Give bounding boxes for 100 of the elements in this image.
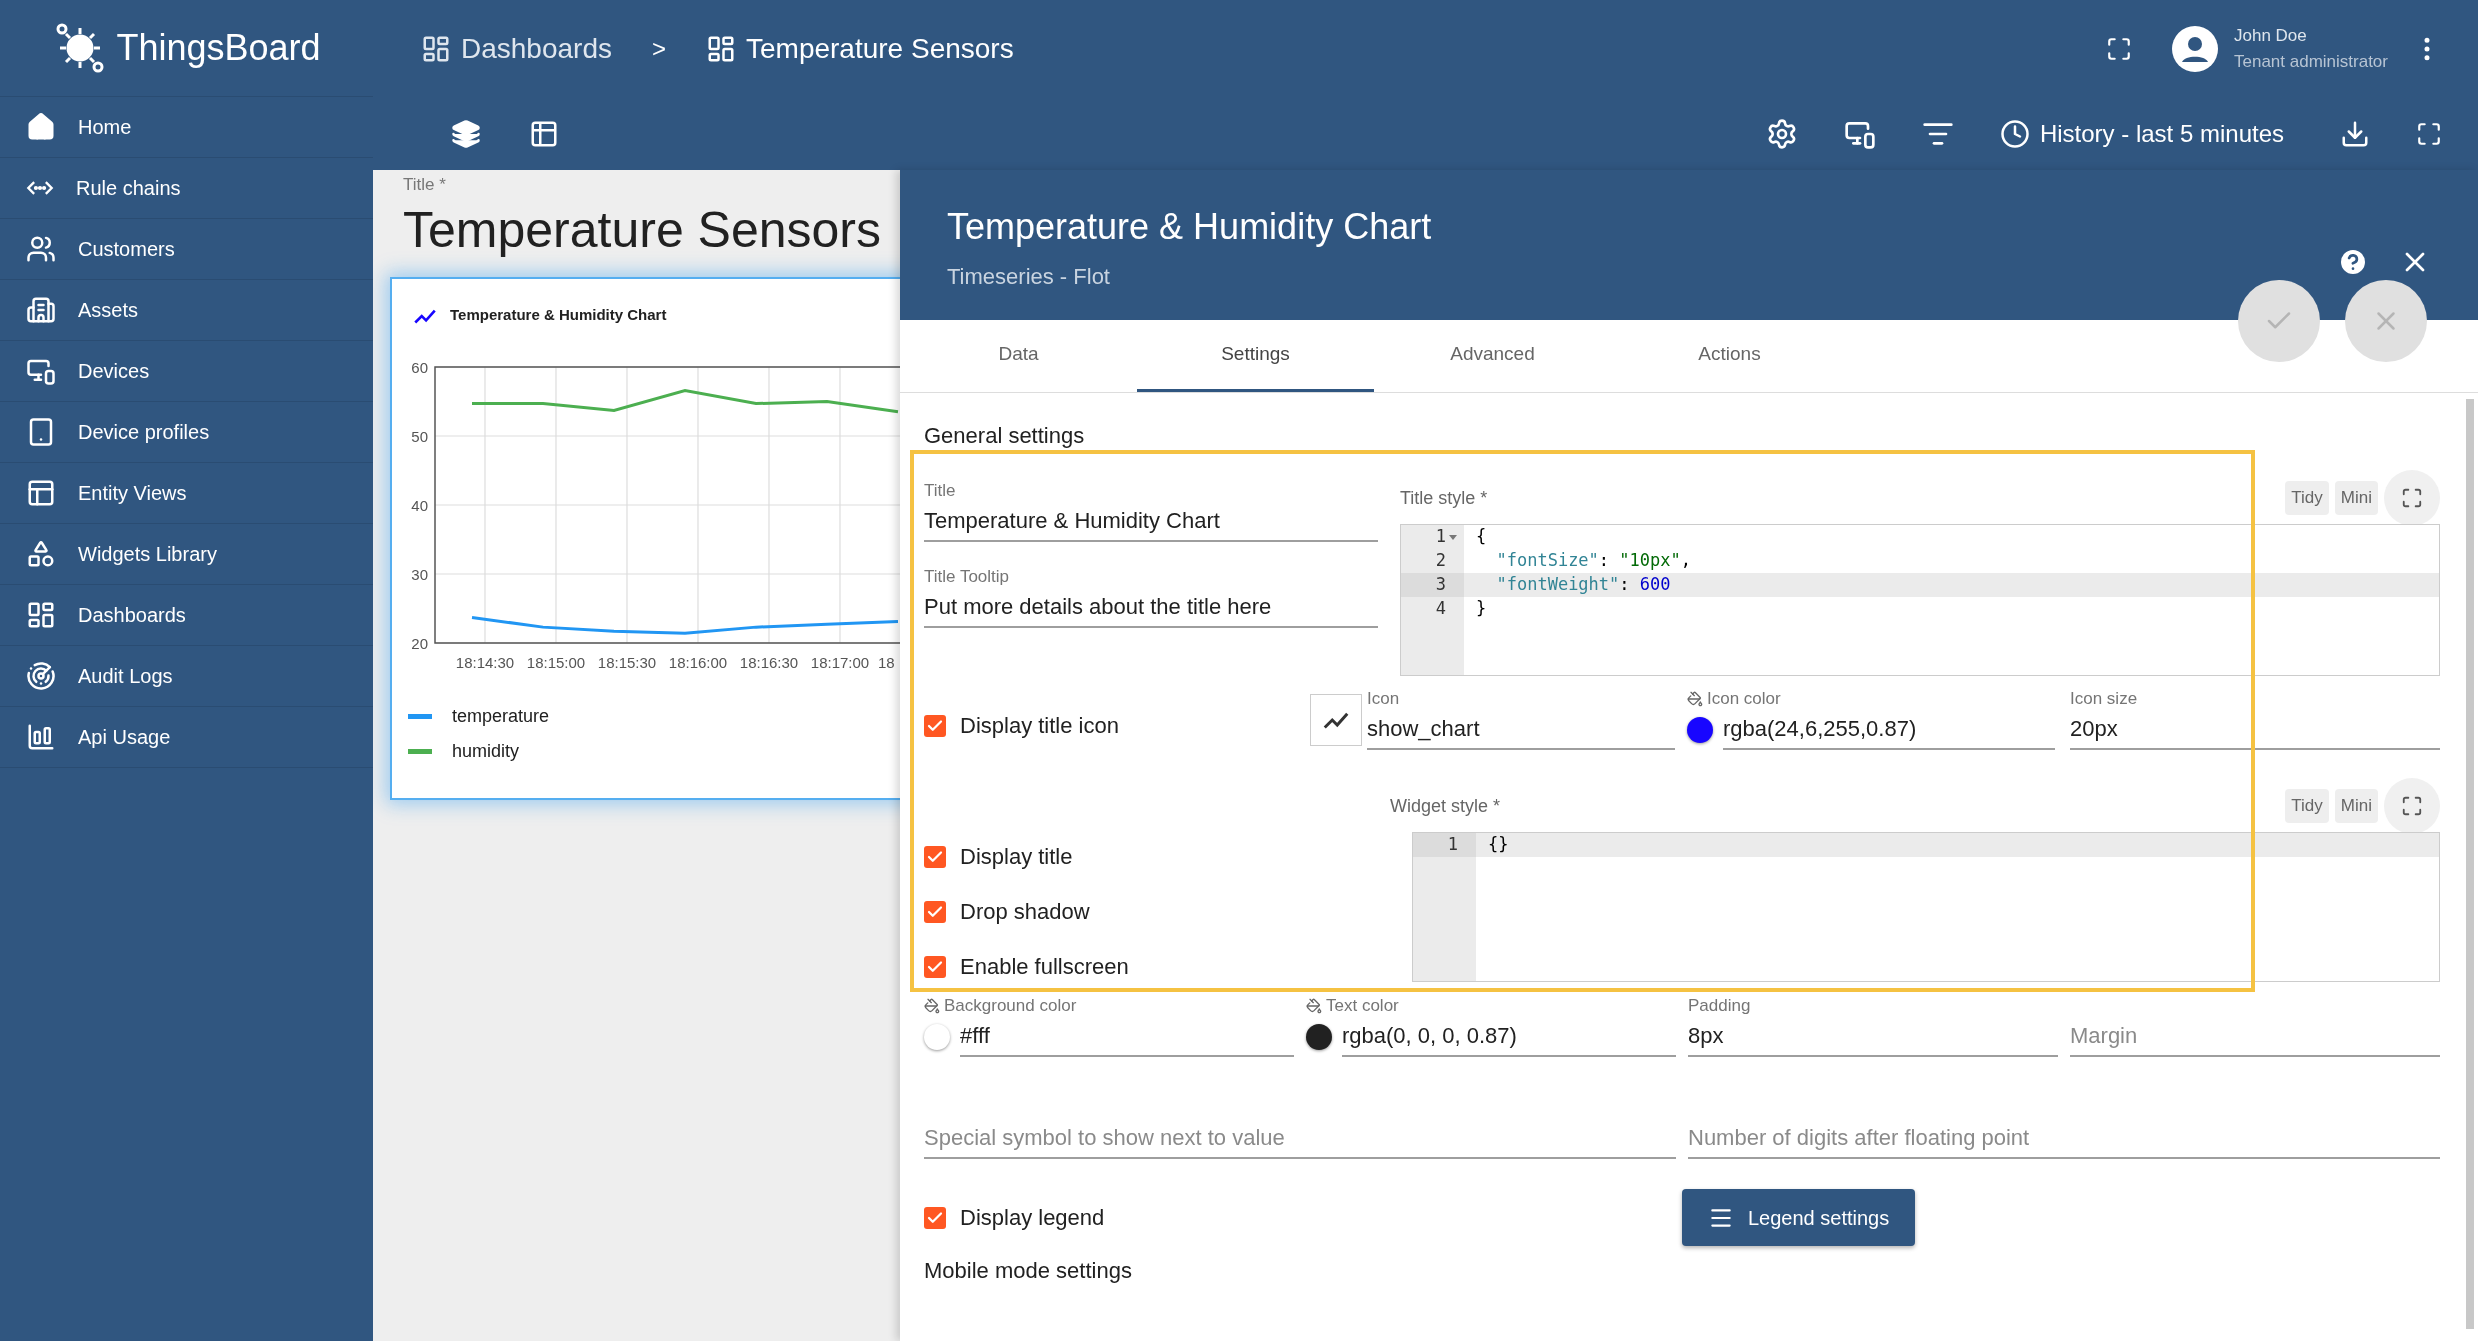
code-line: {} — [1487, 833, 1509, 857]
dashboard-icon — [26, 600, 56, 630]
units-field[interactable]: Special symbol to show next to value — [924, 1119, 1676, 1159]
fold-icon[interactable] — [1448, 532, 1458, 542]
user-name: John Doe — [2233, 25, 2308, 47]
sidebar-item[interactable]: Audit Logs — [0, 646, 373, 707]
axis-tick-label: 18 — [878, 653, 895, 671]
field-label: Background color — [944, 995, 1077, 1018]
fullscreen-icon[interactable] — [2105, 35, 2132, 62]
axis-tick-label: 18:17:00 — [810, 653, 870, 671]
code-editor[interactable]: 1 { 2 "fontSize": "10px", 3 "fontWeight": 600 4 } — [1400, 524, 2440, 676]
sidebar-item[interactable]: Customers — [0, 219, 373, 280]
axis-tick-label: 18:16:00 — [668, 653, 728, 671]
axis-tick-label: 18:15:00 — [526, 653, 586, 671]
paint-bucket-icon — [1306, 998, 1322, 1014]
margin-field[interactable]: Margin — [2070, 1017, 2440, 1057]
fullscreen-button[interactable] — [2384, 470, 2440, 526]
field-label: Padding — [1688, 995, 1751, 1018]
scrollbar[interactable] — [2466, 399, 2474, 1329]
tab[interactable]: Settings — [1137, 320, 1374, 392]
field-label: Icon size — [2070, 688, 2138, 711]
padding-field[interactable]: 8px — [1688, 1017, 2058, 1057]
panel-subtitle: Timeseries - Flot — [947, 263, 1111, 291]
widget-title: Temperature & Humidity Chart — [450, 305, 667, 326]
editor-format-button[interactable]: Mini — [2334, 481, 2378, 515]
tooltip-field[interactable]: Put more details about the title here — [924, 588, 1378, 628]
axis-tick-label: 60 — [411, 358, 428, 376]
checkbox-label: Display legend — [960, 1204, 1105, 1232]
axis-tick-label: 20 — [411, 634, 428, 652]
sidebar-item[interactable]: Device profiles — [0, 402, 373, 463]
breadcrumb-link[interactable]: Dashboards — [461, 27, 612, 70]
code-line: } — [1475, 597, 1487, 621]
axis-tick-label: 18:14:30 — [455, 653, 515, 671]
checkbox-label: Display title — [960, 843, 1073, 871]
icon-size-field[interactable]: 20px — [2070, 710, 2440, 750]
building-icon — [26, 295, 56, 325]
radar-icon — [26, 661, 56, 691]
breadcrumb-separator: > — [652, 33, 666, 64]
field-label: Text color — [1326, 995, 1399, 1018]
field-label: Title * — [403, 174, 447, 196]
panel-title: Temperature & Humidity Chart — [947, 205, 1433, 249]
fullscreen-icon — [2401, 795, 2423, 817]
avatar-icon[interactable] — [2171, 25, 2218, 72]
bar-chart-icon — [26, 722, 56, 752]
editor-format-button[interactable]: Tidy — [2285, 481, 2329, 515]
tab[interactable]: Actions — [1611, 320, 1848, 392]
title-field[interactable]: Temperature & Humidity Chart — [924, 502, 1378, 542]
checkbox[interactable] — [924, 955, 946, 978]
code-line: "fontWeight": 600 — [1495, 573, 1671, 597]
line-number: 4 — [1435, 597, 1446, 621]
color-swatch[interactable] — [924, 1024, 950, 1050]
checkbox-label: Enable fullscreen — [960, 953, 1129, 981]
line-number: 2 — [1435, 549, 1446, 573]
code-editor[interactable]: 1 {} — [1412, 832, 2440, 982]
checkbox[interactable] — [924, 900, 946, 923]
line-number: 1 — [1447, 833, 1458, 857]
fullscreen-icon[interactable] — [2416, 120, 2442, 147]
legend-label: temperature — [452, 704, 550, 728]
field-label: Title Tooltip — [924, 566, 1010, 589]
line-number: 3 — [1435, 573, 1446, 597]
sidebar-item[interactable]: Api Usage — [0, 707, 373, 768]
checkbox[interactable] — [924, 845, 946, 868]
color-swatch[interactable] — [1687, 717, 1713, 743]
icon-preview[interactable] — [1310, 694, 1362, 746]
user-role: Tenant administrator — [2233, 50, 2388, 73]
dashboard-title: Temperature Sensors — [403, 200, 882, 260]
paint-bucket-icon — [924, 998, 940, 1014]
background-color-field[interactable]: #fff — [960, 1017, 1294, 1057]
tab[interactable]: Advanced — [1374, 320, 1611, 392]
code-line: "fontSize": "10px", — [1495, 549, 1691, 573]
editor-format-button[interactable]: Tidy — [2285, 789, 2329, 823]
sidebar-item[interactable]: Home — [0, 97, 373, 158]
sidebar-item[interactable]: Entity Views — [0, 463, 373, 524]
timewindow-button[interactable]: History - last 5 minutes — [1999, 115, 2284, 152]
section-title: Mobile mode settings — [924, 1257, 1133, 1285]
sidebar-item[interactable]: Devices — [0, 341, 373, 402]
text-color-field[interactable]: rgba(0, 0, 0, 0.87) — [1342, 1017, 1676, 1057]
color-swatch[interactable] — [1306, 1024, 1332, 1050]
breadcrumb-current: Temperature Sensors — [746, 31, 1014, 66]
sidebar-item[interactable]: Assets — [0, 280, 373, 341]
field-label: Title style * — [1400, 486, 1489, 510]
axis-tick-label: 40 — [411, 496, 428, 514]
layers-icon[interactable] — [451, 118, 481, 149]
fullscreen-button[interactable] — [2384, 778, 2440, 834]
sidebar-item[interactable]: Dashboards — [0, 585, 373, 646]
editor-format-button[interactable]: Mini — [2334, 789, 2378, 823]
shapes-icon — [26, 539, 56, 569]
code-line: { — [1475, 525, 1487, 549]
axis-tick-label: 50 — [411, 427, 428, 445]
legend-settings-button[interactable]: Legend settings — [1682, 1189, 1916, 1246]
axis-tick-label: 18:15:30 — [597, 653, 657, 671]
axis-tick-label: 18:16:30 — [739, 653, 799, 671]
editor-gutter — [1401, 621, 1464, 675]
icon-color-field[interactable]: rgba(24,6,255,0.87) — [1723, 710, 2055, 750]
checkbox[interactable] — [924, 1206, 946, 1229]
checkbox[interactable] — [924, 714, 946, 737]
sidebar-item[interactable]: Widgets Library — [0, 524, 373, 585]
decimals-field[interactable]: Number of digits after floating point — [1688, 1119, 2440, 1159]
tab[interactable]: Data — [900, 320, 1137, 392]
icon-field[interactable]: show_chart — [1367, 710, 1675, 750]
